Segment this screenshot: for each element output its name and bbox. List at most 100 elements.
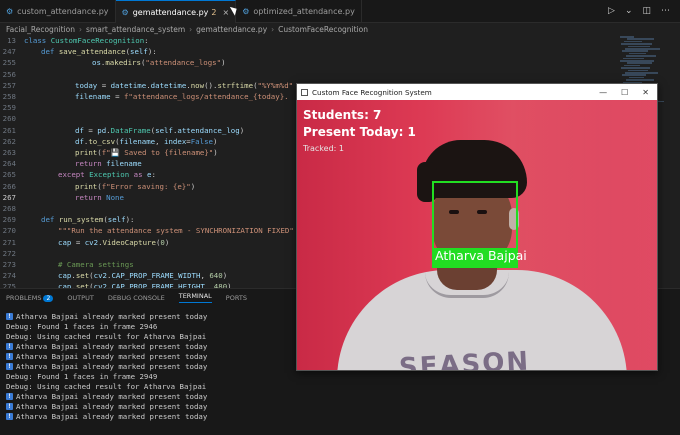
python-file-icon: ⚙ <box>6 7 14 16</box>
more-icon[interactable]: ⋯ <box>661 6 670 16</box>
info-icon: ! <box>6 403 13 411</box>
run-icon[interactable]: ▷ <box>608 6 615 16</box>
code-line[interactable]: 255 os.makedirs("attendance_logs") <box>0 58 620 69</box>
terminal-line: ! Atharva Bajpai already marked present t… <box>6 402 207 412</box>
students-count: Students: 7 <box>303 108 382 122</box>
tab-output[interactable]: OUTPUT <box>67 294 94 302</box>
maximize-icon[interactable]: ☐ <box>621 88 628 97</box>
terminal-line: Debug: Found 1 faces in frame 2949 <box>6 372 207 382</box>
terminal-line: Debug: Using cached result for Atharva B… <box>6 331 207 341</box>
terminal-line: ! Atharva Bajpai already marked present t… <box>6 351 207 361</box>
line-number: 272 <box>2 248 16 258</box>
line-number: 265 <box>2 170 16 180</box>
code-line[interactable]: 256 <box>0 70 620 81</box>
code-text: return filename <box>75 159 142 169</box>
tab-custom-attendance[interactable]: ⚙ custom_attendance.py <box>0 0 116 23</box>
terminal-text: Atharva Bajpai already marked present to… <box>16 341 208 351</box>
present-today-count: Present Today: 1 <box>303 125 416 139</box>
code-text: filename = f"attendance_logs/attendance_… <box>75 92 289 101</box>
shirt-collar <box>425 272 509 298</box>
line-number: 270 <box>2 226 16 236</box>
tab-gemattendance[interactable]: ⚙ gemattendance.py 2 × <box>115 0 237 23</box>
minimize-icon[interactable]: — <box>599 88 607 97</box>
close-icon[interactable]: × <box>222 8 229 17</box>
window-titlebar[interactable]: Custom Face Recognition System — ☐ ✕ <box>297 84 657 100</box>
breadcrumb-item[interactable]: Facial_Recognition <box>6 25 75 34</box>
face-recognition-window[interactable]: Custom Face Recognition System — ☐ ✕ SEA… <box>296 83 658 371</box>
code-text: """Run the attendance system - SYNCHRONI… <box>58 226 294 236</box>
code-line[interactable]: 247 def save_attendance(self): <box>0 47 620 58</box>
tab-ports[interactable]: PORTS <box>226 294 247 302</box>
split-editor-icon[interactable]: ◫ <box>642 6 651 16</box>
breadcrumb-item[interactable]: CustomFaceRecognition <box>278 25 368 34</box>
terminal-output[interactable]: ! Atharva Bajpai already marked present t… <box>6 311 207 422</box>
app-icon <box>301 88 308 96</box>
line-number: 261 <box>2 125 16 135</box>
breadcrumb: Facial_Recognition › smart_attendance_sys… <box>0 23 680 36</box>
code-text: df = pd.DataFrame(self.attendance_log) <box>75 125 245 135</box>
breadcrumb-item[interactable]: gemattendance.py <box>196 25 267 34</box>
line-number: 269 <box>2 215 16 225</box>
code-text: class CustomFaceRecognition: <box>24 36 149 45</box>
chevron-right-icon: › <box>271 25 275 34</box>
window-title: Custom Face Recognition System <box>312 87 432 97</box>
line-number: 273 <box>2 260 16 269</box>
line-number: 274 <box>2 271 16 281</box>
terminal-line: Debug: Found 1 faces in frame 2946 <box>6 321 207 331</box>
code-text: print(f"💾 Saved to {filename}") <box>75 148 218 157</box>
terminal-line: ! Atharva Bajpai already marked present t… <box>6 341 207 351</box>
terminal-text: Atharva Bajpai already marked present to… <box>16 362 208 372</box>
tab-label: gemattendance.py <box>132 7 209 17</box>
terminal-text: Atharva Bajpai already marked present to… <box>16 311 208 321</box>
tracked-count: Tracked: 1 <box>303 144 344 153</box>
terminal-text: Debug: Found 1 faces in frame 2946 <box>6 321 158 331</box>
terminal-line: ! Atharva Bajpai already marked present t… <box>6 361 207 371</box>
code-line[interactable]: 13 class CustomFaceRecognition: <box>0 36 620 47</box>
window-controls: — ☐ ✕ <box>599 88 657 97</box>
tab-problems[interactable]: PROBLEMS 2 <box>6 293 54 302</box>
terminal-text: Debug: Found 1 faces in frame 2949 <box>6 372 158 382</box>
terminal-text: Atharva Bajpai already marked present to… <box>16 392 208 402</box>
terminal-text: Atharva Bajpai already marked present to… <box>16 402 208 412</box>
editor-actions: ▷ ⌄ ◫ ⋯ <box>608 0 680 22</box>
terminal-text: Debug: Using cached result for Atharva B… <box>6 382 207 392</box>
terminal-line: Debug: Using cached result for Atharva B… <box>6 382 207 392</box>
terminal-line: ! Atharva Bajpai already marked present t… <box>6 392 207 402</box>
terminal-text: Atharva Bajpai already marked present to… <box>16 412 208 422</box>
line-number: 268 <box>2 204 16 213</box>
info-icon: ! <box>6 352 13 360</box>
code-text: # Camera settings <box>58 260 134 269</box>
tab-label: PROBLEMS <box>6 293 42 302</box>
modified-count: 2 <box>211 7 217 17</box>
terminal-line: ! Atharva Bajpai already marked present t… <box>6 412 207 422</box>
terminal-line: ! Atharva Bajpai already marked present t… <box>6 311 207 321</box>
code-text: def save_attendance(self): <box>41 47 157 57</box>
line-number: 247 <box>2 47 16 57</box>
info-icon: ! <box>6 312 13 320</box>
chevron-down-icon[interactable]: ⌄ <box>625 6 633 16</box>
breadcrumb-item[interactable]: smart_attendance_system <box>86 25 185 34</box>
line-number: 259 <box>2 103 16 113</box>
close-icon[interactable]: ✕ <box>642 88 649 97</box>
terminal-text: Debug: Using cached result for Atharva B… <box>6 331 207 341</box>
line-number: 257 <box>2 80 16 90</box>
line-number: 260 <box>2 114 16 124</box>
code-text: today = datetime.datetime.now().strftime… <box>75 80 294 90</box>
line-number: 271 <box>2 237 16 247</box>
line-number: 267 <box>2 192 16 202</box>
recognized-name-label: Atharva Bajpai <box>435 248 527 263</box>
info-icon: ! <box>6 413 13 421</box>
info-icon: ! <box>6 342 13 350</box>
tab-terminal[interactable]: TERMINAL <box>178 292 212 303</box>
code-text: cap = cv2.VideoCapture(0) <box>58 237 170 247</box>
tab-debug-console[interactable]: DEBUG CONSOLE <box>108 294 165 302</box>
info-icon: ! <box>6 363 13 371</box>
camera-feed: SEASON Atharva Bajpai Students: 7 Presen… <box>297 100 657 370</box>
tab-optimized-attendance[interactable]: ⚙ optimized_attendance.py <box>236 0 362 23</box>
editor-tab-bar: ⚙ custom_attendance.py ⚙ gemattendance.py 2… <box>0 0 680 23</box>
code-text: print(f"Error saving: {e}") <box>75 181 196 191</box>
line-number: 263 <box>2 148 16 157</box>
